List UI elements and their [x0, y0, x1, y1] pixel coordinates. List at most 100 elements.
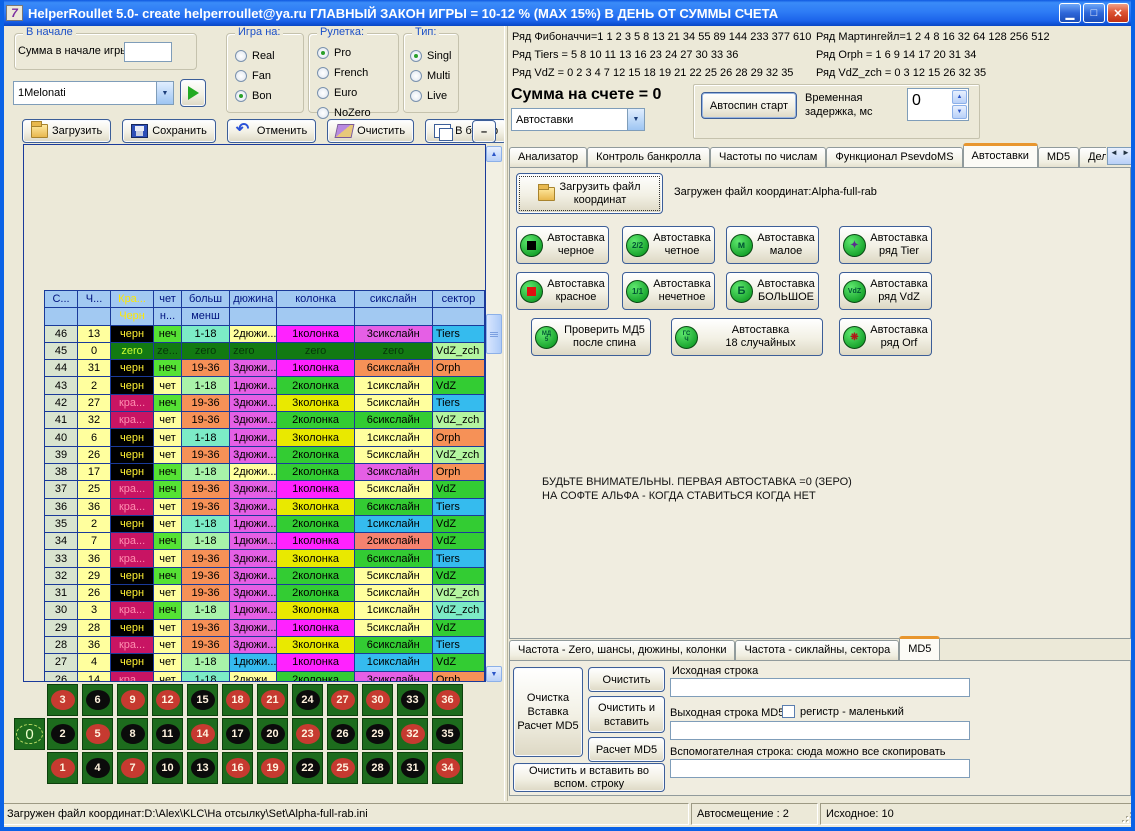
column-header[interactable] [230, 308, 277, 325]
md5-clear-button[interactable]: Очистить [588, 667, 665, 692]
radio-live[interactable]: Live [410, 86, 451, 106]
pane-splitter[interactable] [504, 26, 508, 801]
md5-clear-paste-calc-button[interactable]: Очистка Вставка Расчет MD5 [513, 667, 583, 757]
board-number-12[interactable]: 12 [152, 684, 183, 716]
minimize-button[interactable]: ▁ [1059, 3, 1081, 23]
radio-euro[interactable]: Euro [317, 83, 371, 103]
radio-singl[interactable]: Singl [410, 46, 451, 66]
board-number-36[interactable]: 36 [432, 684, 463, 716]
spinner-down-icon[interactable]: ▼ [952, 105, 967, 119]
column-header[interactable] [277, 308, 354, 325]
start-sum-input[interactable] [124, 42, 172, 62]
board-number-33[interactable]: 33 [397, 684, 428, 716]
start-play-button[interactable] [180, 79, 206, 107]
board-number-5[interactable]: 5 [82, 718, 113, 750]
column-header[interactable]: менш [181, 308, 229, 325]
board-number-14[interactable]: 14 [187, 718, 218, 750]
board-number-4[interactable]: 4 [82, 752, 113, 784]
profile-combo[interactable]: 1Melonati ▼ [13, 81, 174, 105]
md5-aux-input[interactable] [670, 759, 970, 778]
board-number-27[interactable]: 27 [327, 684, 358, 716]
column-header[interactable] [354, 308, 432, 325]
close-button[interactable]: ✕ [1107, 3, 1129, 23]
table-row[interactable]: 406чернчет1-181дюжи...3колонка1сикслайнO… [45, 429, 485, 446]
scroll-up-icon[interactable]: ▲ [486, 146, 502, 162]
radio-pro[interactable]: Pro [317, 43, 371, 63]
загрузить-button[interactable]: Загрузить [22, 119, 111, 143]
table-row[interactable]: 352чернчет1-181дюжи...2колонка1сикслайнV… [45, 515, 485, 532]
table-row[interactable]: 4431черннеч19-363дюжи...1колонка6сикслай… [45, 360, 485, 377]
bet-button-ряд-vdz[interactable]: VdZАвтоставкаряд VdZ [839, 272, 932, 310]
scrollbar-thumb[interactable] [486, 314, 502, 354]
column-header[interactable]: С... [45, 291, 78, 308]
chevron-down-icon[interactable]: ▼ [627, 109, 644, 130]
chevron-down-icon[interactable]: ▼ [156, 82, 173, 104]
bet-button-черное[interactable]: Автоставкачерное [516, 226, 609, 264]
board-number-15[interactable]: 15 [187, 684, 218, 716]
column-header[interactable] [78, 308, 111, 325]
board-number-3[interactable]: 3 [47, 684, 78, 716]
board-number-29[interactable]: 29 [362, 718, 393, 750]
radio-multi[interactable]: Multi [410, 66, 451, 86]
board-number-34[interactable]: 34 [432, 752, 463, 784]
collapse-table-button[interactable]: – [472, 120, 496, 143]
board-number-8[interactable]: 8 [117, 718, 148, 750]
board-number-17[interactable]: 17 [222, 718, 253, 750]
column-header[interactable]: чет [154, 291, 182, 308]
radio-bon[interactable]: Bon [235, 86, 275, 106]
delay-spinner[interactable]: 0 ▲ ▼ [907, 88, 969, 121]
bet-button-ряд-orf[interactable]: ❋Автоставкаряд Orf [839, 318, 932, 356]
board-number-9[interactable]: 9 [117, 684, 148, 716]
table-row[interactable]: 2928чернчет19-363дюжи...1колонка5сикслай… [45, 619, 485, 636]
board-number-19[interactable]: 19 [257, 752, 288, 784]
column-header[interactable]: больш [181, 291, 229, 308]
resize-grip[interactable] [1122, 812, 1135, 825]
radio-fan[interactable]: Fan [235, 66, 275, 86]
table-row[interactable]: 274чернчет1-181дюжи...1колонка1сикслайнV… [45, 654, 485, 671]
table-row[interactable]: 3725кра...неч19-363дюжи...1колонка5сиксл… [45, 481, 485, 498]
spinner-up-icon[interactable]: ▲ [952, 90, 967, 104]
load-coords-button[interactable]: Загрузить файлкоординат [516, 173, 663, 214]
column-header[interactable] [45, 308, 78, 325]
tab-функционал-psevdoms[interactable]: Функционал PsevdoMS [826, 147, 962, 168]
board-number-13[interactable]: 13 [187, 752, 218, 784]
table-row[interactable]: 2836кра...чет19-363дюжи...3колонка6сиксл… [45, 636, 485, 653]
column-header[interactable] [432, 308, 484, 325]
board-number-11[interactable]: 11 [152, 718, 183, 750]
board-zero-cell[interactable]: 0 [14, 718, 45, 750]
tab-частота-zero-шансы-дюжины-колонки[interactable]: Частота - Zero, шансы, дюжины, колонки [509, 640, 735, 661]
md5-aux-paste-button[interactable]: Очистить и вставить во вспом. строку [513, 763, 665, 792]
table-row[interactable]: 4132кра...чет19-363дюжи...2колонка6сиксл… [45, 412, 485, 429]
board-number-22[interactable]: 22 [292, 752, 323, 784]
tab-md5[interactable]: MD5 [899, 636, 940, 661]
bet-button-четное[interactable]: 2/2Автоставкачетное [622, 226, 715, 264]
table-row[interactable]: 303кра...неч1-181дюжи...3колонка1сикслай… [45, 602, 485, 619]
bet-button-18-случайных[interactable]: ГСЧАвтоставка18 случайных [671, 318, 823, 356]
tab-контроль-банкролла[interactable]: Контроль банкролла [587, 147, 710, 168]
отменить-button[interactable]: ↶Отменить [227, 119, 316, 143]
board-number-30[interactable]: 30 [362, 684, 393, 716]
очистить-button[interactable]: Очистить [327, 119, 414, 143]
table-row[interactable]: 3817черннеч1-182дюжи...2колонка3сикслайн… [45, 463, 485, 480]
column-header[interactable]: сикслайн [354, 291, 432, 308]
table-row[interactable]: 347кра...неч1-181дюжи...1колонка2сикслай… [45, 533, 485, 550]
tab-scroll-left-icon[interactable]: ◄ [1108, 148, 1120, 164]
board-number-25[interactable]: 25 [327, 752, 358, 784]
column-header[interactable]: Ч... [78, 291, 111, 308]
table-row[interactable]: 3636кра...чет19-363дюжи...3колонка6сиксл… [45, 498, 485, 515]
bet-button-ряд-tier[interactable]: ✦Автоставкаряд Tier [839, 226, 932, 264]
autospin-start-button[interactable]: Автоспин старт [701, 92, 797, 119]
bet-button-малое[interactable]: мАвтоставкамалое [726, 226, 819, 264]
radio-french[interactable]: French [317, 63, 371, 83]
bet-button-большое[interactable]: БАвтоставкаБОЛЬШОЕ [726, 272, 819, 310]
board-number-1[interactable]: 1 [47, 752, 78, 784]
board-number-26[interactable]: 26 [327, 718, 358, 750]
board-number-10[interactable]: 10 [152, 752, 183, 784]
board-number-23[interactable]: 23 [292, 718, 323, 750]
md5-case-checkbox[interactable] [782, 705, 795, 718]
column-header[interactable]: сектор [432, 291, 484, 308]
tab-делени[interactable]: Делени [1079, 147, 1106, 168]
tab-частота-сиклайны-сектора[interactable]: Частота - сиклайны, сектора [735, 640, 899, 661]
title-bar[interactable]: 7 HelperRoullet 5.0- create helperroulle… [0, 0, 1135, 26]
table-row[interactable]: 3126чернчет19-363дюжи...2колонка5сикслай… [45, 585, 485, 602]
